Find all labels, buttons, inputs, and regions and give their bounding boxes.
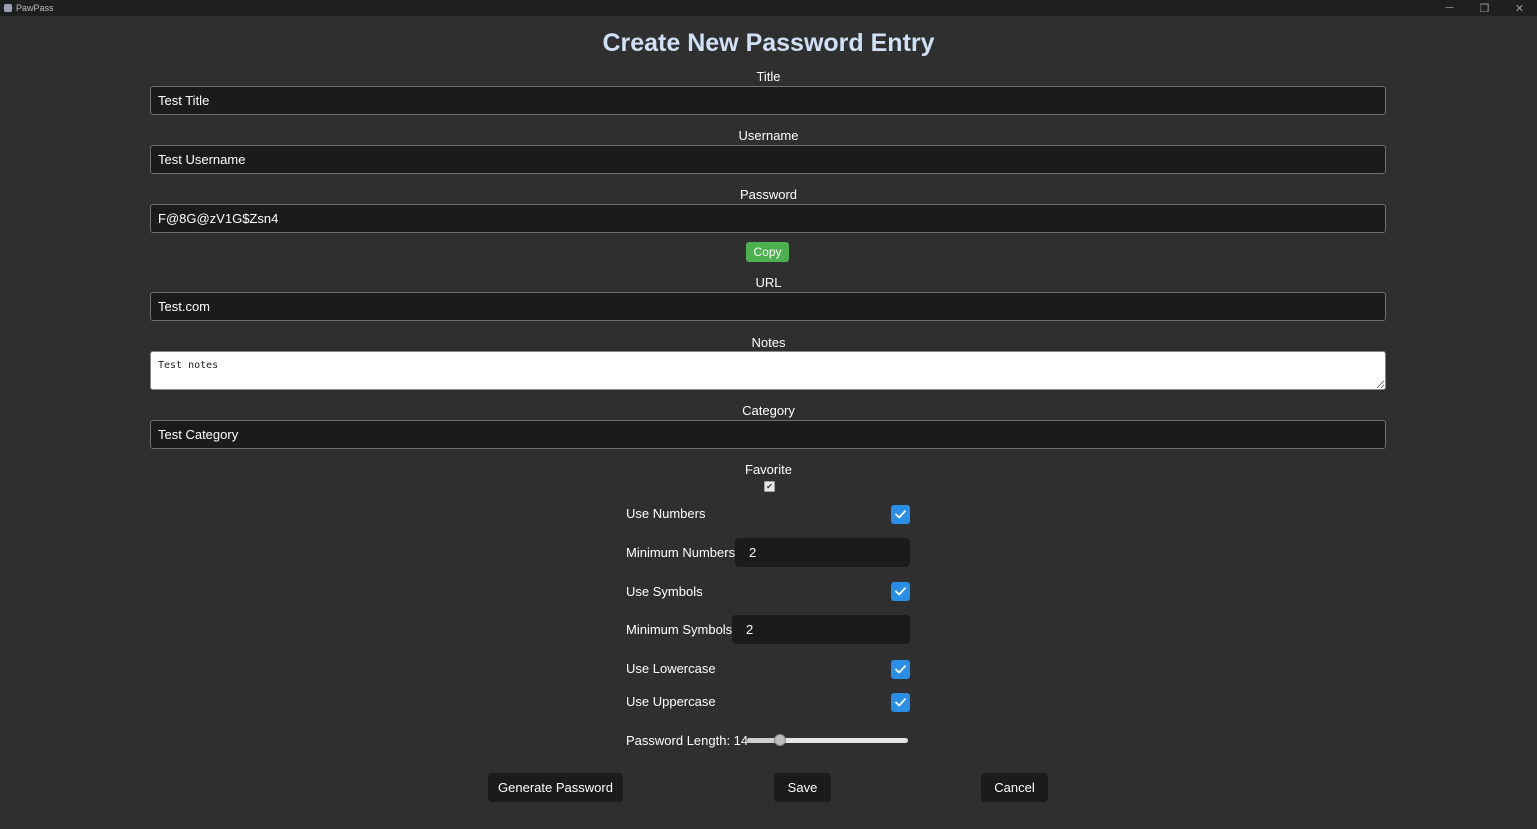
url-input[interactable] [150, 292, 1386, 321]
copy-button[interactable]: Copy [746, 242, 789, 262]
password-length-slider[interactable] [747, 734, 908, 746]
checkmark-icon [895, 665, 906, 674]
category-input[interactable] [150, 420, 1386, 449]
use-numbers-label: Use Numbers [626, 506, 706, 521]
page-title: Create New Password Entry [602, 29, 935, 57]
favorite-checkbox[interactable]: ✔ [764, 481, 775, 492]
window-title-bar: PawPass ─ ❐ ✕ [0, 0, 1537, 16]
use-uppercase-label: Use Uppercase [626, 694, 716, 709]
use-lowercase-label: Use Lowercase [626, 661, 716, 676]
password-length-label: Password Length: 14 [626, 733, 749, 748]
close-icon[interactable]: ✕ [1502, 0, 1537, 16]
min-numbers-label: Minimum Numbers [626, 545, 736, 560]
url-label: URL [755, 275, 782, 290]
min-numbers-input[interactable] [735, 538, 910, 567]
password-label: Password [739, 187, 798, 202]
checkmark-icon [895, 587, 906, 596]
title-label: Title [756, 69, 781, 84]
notes-textarea[interactable]: Test notes [150, 351, 1386, 390]
generate-password-button[interactable]: Generate Password [488, 773, 623, 802]
use-lowercase-checkbox[interactable] [891, 660, 910, 679]
title-input[interactable] [150, 86, 1386, 115]
window-controls: ─ ❐ ✕ [1432, 0, 1537, 16]
checkmark-icon [895, 510, 906, 519]
use-uppercase-checkbox[interactable] [891, 693, 910, 712]
paw-app-icon [4, 4, 12, 12]
window-title: PawPass [16, 3, 54, 13]
notes-label: Notes [751, 335, 786, 350]
checkmark-icon: ✔ [766, 481, 773, 491]
cancel-button[interactable]: Cancel [981, 773, 1048, 802]
save-button[interactable]: Save [774, 773, 831, 802]
use-symbols-label: Use Symbols [626, 584, 703, 599]
password-input[interactable] [150, 204, 1386, 233]
min-symbols-label: Minimum Symbols [626, 622, 733, 637]
favorite-label: Favorite [745, 462, 792, 477]
use-numbers-checkbox[interactable] [891, 505, 910, 524]
checkmark-icon [895, 698, 906, 707]
slider-thumb[interactable] [774, 734, 786, 746]
use-symbols-checkbox[interactable] [891, 582, 910, 601]
min-symbols-input[interactable] [732, 615, 910, 644]
username-input[interactable] [150, 145, 1386, 174]
username-label: Username [738, 128, 799, 143]
restore-icon[interactable]: ❐ [1467, 0, 1502, 16]
minimize-icon[interactable]: ─ [1432, 0, 1467, 16]
category-label: Category [742, 403, 795, 418]
